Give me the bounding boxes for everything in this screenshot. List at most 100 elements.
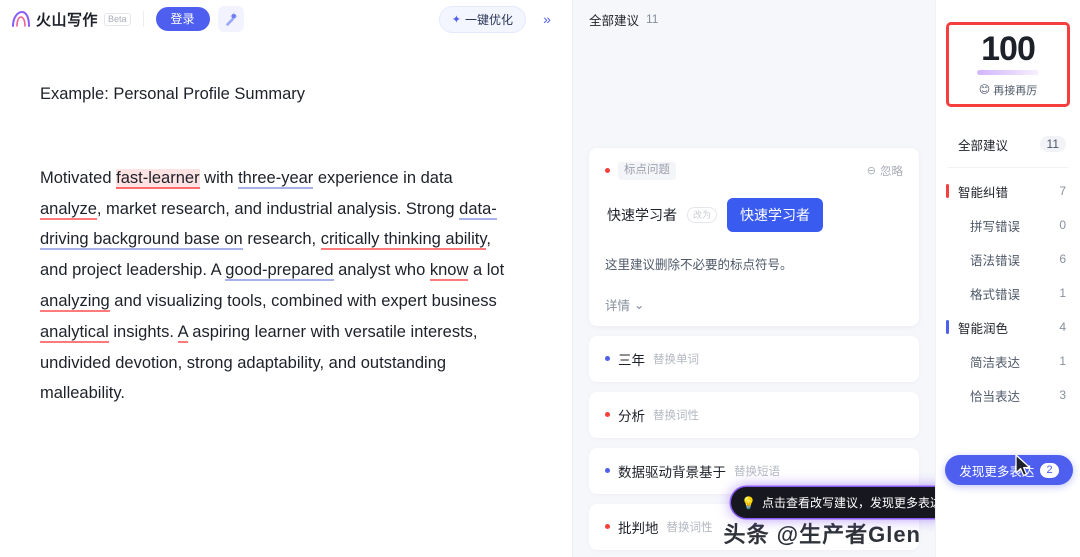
category-count: 7 [1059, 184, 1066, 198]
discover-count-badge: 2 [1040, 462, 1059, 478]
text-span: analyst who [333, 261, 430, 280]
category-accent-bar [946, 320, 949, 334]
logo-text: 火山写作 [36, 11, 99, 29]
category-count: 3 [1059, 388, 1066, 402]
category-count: 0 [1059, 218, 1066, 232]
text-span: Motivated [40, 168, 117, 187]
category-row-6[interactable]: 简洁表达 1 [936, 344, 1080, 378]
category-row-3[interactable]: 语法错误 6 [936, 242, 1080, 276]
polish-span[interactable]: three-year [238, 168, 314, 189]
score-sidebar: 100 😊 再接再厉 全部建议 11 智能纠错 7 拼写错误 0 语法错误 6 格式错误 1 智能润… [935, 0, 1080, 557]
beta-tag: Beta [104, 12, 131, 26]
score-value: 100 [981, 29, 1036, 68]
category-name: 格式错误 [970, 287, 1021, 302]
category-count: 1 [1059, 286, 1066, 300]
score-underline-decoration [977, 69, 1039, 75]
collapse-panel-icon[interactable]: » [534, 6, 560, 32]
document-paragraph[interactable]: Motivated fast-learner with three-year e… [40, 163, 514, 409]
suggestion-type-tag: 标点问题 [618, 162, 676, 180]
document-title: Example: Personal Profile Summary [40, 85, 306, 103]
suggestion-word: 数据驱动背景基于 [618, 464, 726, 480]
suggestion-list-item[interactable]: 三年 替换单词 [589, 335, 919, 382]
lightbulb-icon: 💡 [741, 495, 756, 510]
suggestion-list[interactable]: 标点问题 ⊖ 忽略 快速学习者 改为 快速学习者 这里建议删除不必要的标点符号。… [573, 38, 935, 557]
ignore-button[interactable]: ⊖ 忽略 [867, 163, 903, 179]
category-row-5[interactable]: 智能润色 4 [936, 310, 1080, 344]
smiley-emoji-icon: 😊 [978, 84, 991, 96]
severity-dot-icon [605, 168, 610, 174]
severity-dot-icon [605, 412, 610, 418]
category-row-2[interactable]: 拼写错误 0 [936, 208, 1080, 242]
text-span: insights. [108, 322, 178, 341]
category-count: 11 [1039, 136, 1066, 152]
category-count: 1 [1059, 354, 1066, 368]
rewrite-tooltip: 💡 点击查看改写建议，发现更多表达 [731, 487, 935, 518]
category-separator [948, 167, 1068, 168]
category-row-1[interactable]: 智能纠错 7 [936, 174, 1080, 208]
suggestion-card-header: 标点问题 ⊖ 忽略 [605, 162, 903, 180]
error-span[interactable]: know [429, 261, 469, 282]
score-label-text: 再接再厉 [993, 84, 1038, 97]
suggestion-kind: 替换单词 [653, 353, 699, 366]
app-logo[interactable]: 火山写作 Beta [10, 9, 131, 30]
discover-more-button[interactable]: 发现更多表达 2 [945, 455, 1073, 485]
category-name: 智能纠错 [958, 185, 1009, 200]
error-span[interactable]: analyzing [40, 291, 110, 312]
error-span[interactable]: analytical [40, 322, 109, 343]
error-span[interactable]: A [177, 322, 188, 343]
category-accent-bar [946, 184, 949, 198]
category-count: 6 [1059, 252, 1066, 266]
text-span: experience in data [313, 168, 453, 187]
magic-wand-icon[interactable] [217, 6, 244, 32]
severity-dot-icon [605, 468, 610, 474]
volcano-logo-icon [10, 9, 32, 29]
severity-dot-icon [605, 524, 610, 530]
error-span[interactable]: analyze [40, 199, 97, 220]
suggestion-pane: 全部建议 11 标点问题 ⊖ 忽略 快速学习者 改为 快速学习者 这里建议删除不… [573, 0, 935, 557]
mouse-cursor-icon [1014, 454, 1032, 483]
sparkle-icon: ✦ [451, 13, 461, 26]
rewrite-row: 快速学习者 改为 快速学习者 [607, 197, 903, 232]
category-name: 全部建议 [958, 138, 1009, 153]
app-root: 火山写作 Beta 登录 ✦ 一键优化 » Example: Personal … [0, 0, 1080, 557]
category-name: 语法错误 [970, 253, 1021, 268]
ignore-label: 忽略 [880, 165, 903, 178]
suggestion-list-item[interactable]: 分析 替换词性 [589, 391, 919, 438]
circle-minus-icon: ⊖ [866, 165, 876, 178]
original-word: 快速学习者 [607, 206, 677, 223]
text-span: and visualizing tools, combined with exp… [109, 291, 497, 310]
suggestion-detail-toggle[interactable]: 详情 ⌄ [605, 295, 903, 314]
suggestion-card[interactable]: 标点问题 ⊖ 忽略 快速学习者 改为 快速学习者 这里建议删除不必要的标点符号。… [589, 148, 919, 326]
editor-header: 火山写作 Beta 登录 ✦ 一键优化 » [0, 0, 572, 38]
category-row-4[interactable]: 格式错误 1 [936, 276, 1080, 310]
suggestion-description: 这里建议删除不必要的标点符号。 [605, 257, 793, 272]
category-row-0[interactable]: 全部建议 11 [936, 127, 1080, 161]
suggestion-header-count: 11 [646, 12, 659, 26]
detail-label: 详情 [605, 298, 631, 313]
login-button[interactable]: 登录 [155, 6, 210, 32]
polish-span[interactable]: good-prepared [225, 261, 334, 282]
severity-dot-icon [605, 356, 610, 362]
suggestion-header-label: 全部建议 [589, 13, 640, 28]
one-click-optimize-button[interactable]: ✦ 一键优化 [438, 5, 526, 33]
arrow-pill-label: 改为 [687, 206, 717, 223]
document-body[interactable]: Example: Personal Profile Summary Motiva… [0, 38, 572, 557]
text-span: , market research, and industrial analys… [96, 199, 460, 218]
score-box: 100 😊 再接再厉 [946, 22, 1070, 107]
editor-pane: 火山写作 Beta 登录 ✦ 一键优化 » Example: Personal … [0, 0, 573, 557]
suggestion-kind: 替换词性 [653, 409, 699, 422]
text-span: a lot [468, 261, 505, 280]
error-highlight-span[interactable]: fast-learner [116, 168, 200, 189]
suggestion-word: 三年 [618, 352, 645, 368]
error-span[interactable]: critically thinking ability [320, 230, 487, 251]
apply-replacement-button[interactable]: 快速学习者 [727, 197, 823, 232]
suggestion-word: 分析 [618, 408, 645, 424]
suggestion-kind: 替换词性 [666, 521, 713, 534]
suggestion-kind: 替换短语 [734, 465, 780, 478]
watermark: 头条 @生产者Glen [723, 522, 921, 547]
tooltip-text: 点击查看改写建议，发现更多表达 [761, 496, 935, 510]
score-label: 😊 再接再厉 [979, 82, 1037, 98]
category-name: 拼写错误 [970, 219, 1021, 234]
category-row-7[interactable]: 恰当表达 3 [936, 378, 1080, 412]
chevron-down-icon: ⌄ [634, 297, 645, 312]
